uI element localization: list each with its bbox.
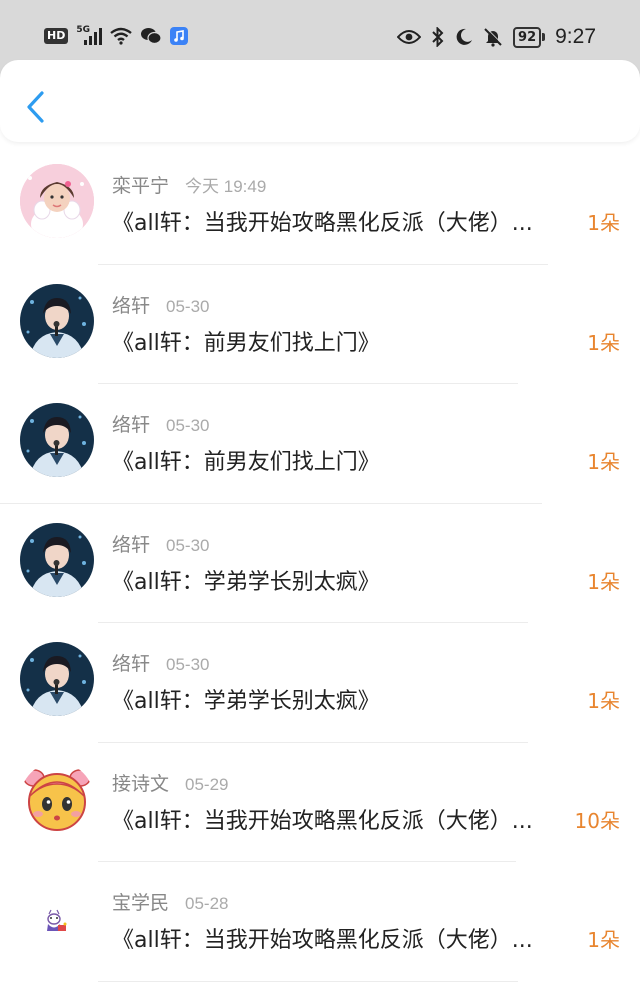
item-meta: 络轩 05-30 [112,291,210,318]
book-title[interactable]: 《all轩：前男友们找上门》 [112,444,572,476]
flower-count: 10朵 [574,808,620,833]
item-meta: 络轩 05-30 [112,530,210,557]
timestamp: 05-29 [185,774,229,794]
list-item[interactable]: 接诗文 05-29 《all轩：当我开始攻略黑化反派（大佬）... 10朵 [0,743,640,862]
hd-badge: HD [44,28,69,44]
flower-count: 1朵 [587,928,620,952]
avatar[interactable] [20,164,94,238]
signal-icon: 5G [76,25,103,47]
timestamp: 05-28 [185,894,229,913]
wifi-icon [110,27,133,45]
list-item[interactable]: 络轩 05-30 《all轩：学弟学长别太疯》 1朵 [0,623,640,743]
avatar[interactable] [20,403,94,477]
flower-count: 1朵 [587,689,620,713]
status-right: 92 9:27 [397,25,596,49]
book-title[interactable]: 《all轩：当我开始攻略黑化反派（大佬）... [112,205,572,237]
clock: 9:27 [555,25,596,48]
avatar[interactable] [20,283,94,358]
book-title[interactable]: 《all轩：学弟学长别太疯》 [112,564,572,596]
item-meta: 接诗文 05-29 [112,769,229,796]
sender-name[interactable]: 络轩 [112,649,150,676]
flower-count: 1朵 [587,569,620,594]
timestamp: 05-30 [166,655,210,674]
sender-name[interactable]: 络轩 [112,530,150,557]
flower-count: 1朵 [587,450,620,474]
timestamp: 05-30 [166,296,210,316]
sender-name[interactable]: 宝学民 [112,888,169,915]
book-title[interactable]: 《all轩：学弟学长别太疯》 [112,683,572,715]
item-meta: 栾平宁 今天 19:49 [112,171,266,198]
list-item[interactable]: 络轩 05-30 《all轩：学弟学长别太疯》 1朵 [0,504,640,623]
avatar[interactable] [20,522,94,597]
status-left: HD 5G [44,25,189,47]
list-item[interactable]: 络轩 05-30 《all轩：前男友们找上门》 1朵 [0,384,640,504]
bluetooth-icon [432,27,444,47]
item-meta: 络轩 05-30 [112,649,210,676]
gift-record-list: 栾平宁 今天 19:49 《all轩：当我开始攻略黑化反派（大佬）... 1朵 … [0,145,640,982]
top-nav-bar [0,60,640,142]
avatar[interactable] [20,881,94,955]
sender-name[interactable]: 络轩 [112,410,150,437]
flower-count: 1朵 [587,211,620,235]
timestamp: 05-30 [166,416,210,435]
book-title[interactable]: 《all轩：当我开始攻略黑化反派（大佬）... [112,803,572,835]
bell-muted-icon [484,27,503,47]
list-item[interactable]: 宝学民 05-28 《all轩：当我开始攻略黑化反派（大佬）... 1朵 [0,862,640,982]
back-button[interactable] [18,88,52,126]
timestamp: 05-30 [166,535,210,555]
eye-icon [397,30,422,44]
sender-name[interactable]: 接诗文 [112,769,169,796]
book-title[interactable]: 《all轩：当我开始攻略黑化反派（大佬）... [112,922,572,954]
item-meta: 宝学民 05-28 [112,888,229,915]
battery-indicator: 92 [513,26,546,48]
timestamp: 今天 19:49 [185,177,267,196]
sender-name[interactable]: 络轩 [112,291,150,318]
avatar[interactable] [20,642,94,716]
chevron-left-icon [27,91,44,123]
item-meta: 络轩 05-30 [112,410,210,437]
list-item[interactable]: 栾平宁 今天 19:49 《all轩：当我开始攻略黑化反派（大佬）... 1朵 [0,145,640,265]
sender-name[interactable]: 栾平宁 [112,171,169,198]
divider [98,980,518,982]
music-app-icon [170,27,189,45]
moon-icon [456,28,473,45]
flower-count: 1朵 [587,330,620,355]
avatar[interactable] [20,761,94,836]
list-item[interactable]: 络轩 05-30 《all轩：前男友们找上门》 1朵 [0,265,640,384]
book-title[interactable]: 《all轩：前男友们找上门》 [112,325,572,357]
wechat-icon [141,28,162,45]
